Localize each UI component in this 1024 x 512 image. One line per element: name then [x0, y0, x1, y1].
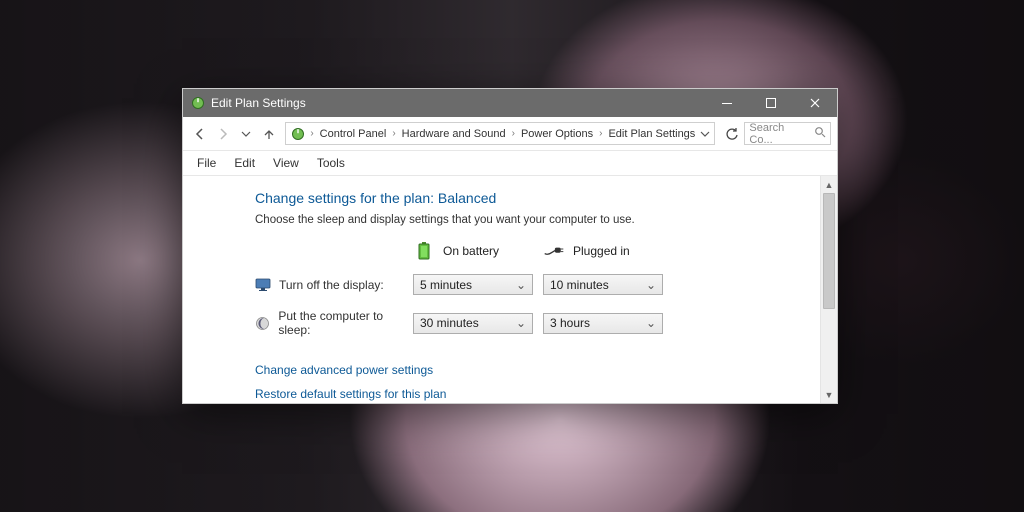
desktop-wallpaper: Edit Plan Settings: [0, 0, 1024, 512]
chevron-down-icon: [241, 129, 251, 139]
column-plugged-in-label: Plugged in: [573, 244, 630, 258]
display-battery-dropdown[interactable]: 5 minutes ⌄: [413, 274, 533, 295]
address-bar[interactable]: › Control Panel › Hardware and Sound › P…: [285, 122, 715, 145]
scroll-down-button[interactable]: ▼: [821, 386, 837, 403]
power-options-icon: [290, 126, 306, 142]
breadcrumb-hardware-sound[interactable]: Hardware and Sound: [400, 128, 508, 140]
chevron-down-icon: ⌄: [646, 316, 656, 330]
chevron-down-icon: ⌄: [516, 316, 526, 330]
column-on-battery: On battery: [413, 242, 543, 260]
display-plugged-dropdown[interactable]: 10 minutes ⌄: [543, 274, 663, 295]
scroll-thumb[interactable]: [823, 193, 835, 309]
arrow-up-icon: [262, 127, 276, 141]
row-turn-off-display: Turn off the display:: [255, 277, 413, 293]
page-subtext: Choose the sleep and display settings th…: [255, 214, 780, 226]
chevron-right-icon: ›: [598, 128, 603, 139]
window-title: Edit Plan Settings: [211, 96, 306, 110]
close-button[interactable]: [793, 89, 837, 117]
breadcrumb-control-panel[interactable]: Control Panel: [318, 128, 389, 140]
battery-icon: [413, 242, 435, 260]
column-on-battery-label: On battery: [443, 244, 499, 258]
menu-edit[interactable]: Edit: [226, 154, 263, 172]
content-pane: Change settings for the plan: Balanced C…: [183, 176, 820, 403]
maximize-button[interactable]: [749, 89, 793, 117]
plug-icon: [543, 242, 565, 260]
edit-plan-settings-window: Edit Plan Settings: [182, 88, 838, 404]
menu-view[interactable]: View: [265, 154, 307, 172]
column-plugged-in: Plugged in: [543, 242, 673, 260]
advanced-settings-link[interactable]: Change advanced power settings: [255, 363, 780, 377]
moon-icon: [255, 315, 270, 331]
recent-locations-button[interactable]: [235, 123, 256, 145]
chevron-right-icon: ›: [391, 128, 396, 139]
menu-bar: File Edit View Tools: [183, 151, 837, 176]
sleep-plugged-dropdown[interactable]: 3 hours ⌄: [543, 313, 663, 334]
display-icon: [255, 277, 271, 293]
chevron-down-icon: ⌄: [646, 278, 656, 292]
minimize-button[interactable]: [705, 89, 749, 117]
page-heading: Change settings for the plan: Balanced: [255, 190, 780, 206]
arrow-left-icon: [193, 127, 207, 141]
display-battery-value: 5 minutes: [420, 278, 472, 292]
display-plugged-value: 10 minutes: [550, 278, 609, 292]
vertical-scrollbar[interactable]: ▲ ▼: [820, 176, 837, 403]
chevron-right-icon: ›: [511, 128, 516, 139]
chevron-right-icon: ›: [309, 128, 314, 139]
row-sleep-label: Put the computer to sleep:: [278, 309, 413, 337]
row-turn-off-display-label: Turn off the display:: [279, 278, 384, 292]
close-icon: [810, 98, 820, 108]
search-placeholder: Search Co...: [749, 122, 810, 146]
power-settings-grid: On battery Plugged in Turn off the displ…: [255, 242, 780, 337]
menu-file[interactable]: File: [189, 154, 224, 172]
search-icon: [814, 126, 826, 141]
up-button[interactable]: [258, 123, 279, 145]
sleep-battery-dropdown[interactable]: 30 minutes ⌄: [413, 313, 533, 334]
minimize-icon: [722, 98, 732, 108]
scroll-track[interactable]: [821, 193, 837, 386]
search-input[interactable]: Search Co...: [744, 122, 831, 145]
power-options-icon: [191, 96, 205, 110]
breadcrumb-edit-plan-settings[interactable]: Edit Plan Settings: [606, 128, 697, 140]
maximize-icon: [766, 98, 776, 108]
back-button[interactable]: [189, 123, 210, 145]
breadcrumb-power-options[interactable]: Power Options: [519, 128, 595, 140]
restore-defaults-link[interactable]: Restore default settings for this plan: [255, 387, 780, 401]
refresh-icon: [725, 127, 739, 141]
chevron-down-icon: ⌄: [516, 278, 526, 292]
row-sleep: Put the computer to sleep:: [255, 309, 413, 337]
sleep-plugged-value: 3 hours: [550, 316, 590, 330]
navigation-row: › Control Panel › Hardware and Sound › P…: [183, 117, 837, 151]
window-body: Change settings for the plan: Balanced C…: [183, 176, 837, 403]
sleep-battery-value: 30 minutes: [420, 316, 479, 330]
links-section: Change advanced power settings Restore d…: [255, 363, 780, 401]
menu-tools[interactable]: Tools: [309, 154, 353, 172]
scroll-up-button[interactable]: ▲: [821, 176, 837, 193]
refresh-button[interactable]: [721, 123, 742, 145]
window-titlebar[interactable]: Edit Plan Settings: [183, 89, 837, 117]
forward-button[interactable]: [212, 123, 233, 145]
arrow-right-icon: [216, 127, 230, 141]
chevron-down-icon[interactable]: [700, 129, 710, 139]
